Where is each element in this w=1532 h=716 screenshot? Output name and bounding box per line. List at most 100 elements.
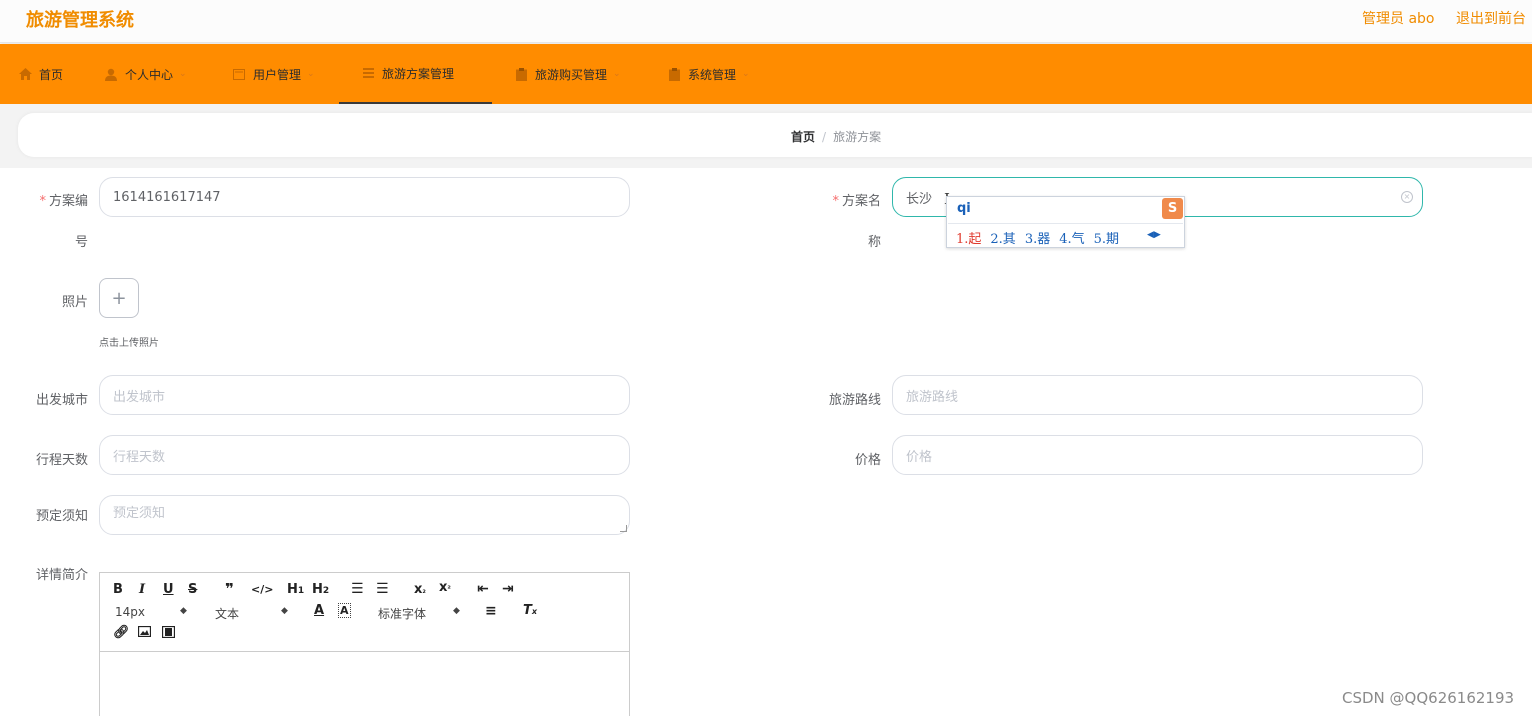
select-caret-icon: ◆ (453, 606, 460, 616)
list-icon (361, 66, 375, 80)
depart-city-placeholder: 出发城市 (113, 389, 166, 405)
days-placeholder: 行程天数 (113, 449, 166, 465)
depart-city-input[interactable]: 出发城市 (99, 375, 630, 415)
notice-label: 预定须知 (35, 509, 88, 524)
superscript-icon[interactable]: x² (439, 580, 451, 595)
route-placeholder: 旅游路线 (906, 389, 959, 405)
editor-toolbar: B I U S ❞ </> H1 H2 ☰ ☰ x₂ x² ⇤ ⇥ 14px ◆… (100, 573, 629, 652)
top-bar: 旅游管理系统 管理员 abo 退出到前台 (0, 0, 1532, 43)
ime-candidate[interactable]: 3.器 (1025, 232, 1050, 247)
user-name[interactable]: 管理员 abo (1362, 8, 1434, 28)
price-label: 价格 (854, 453, 881, 468)
font-select[interactable]: 标准字体 (378, 605, 426, 622)
breadcrumb-home[interactable]: 首页 (791, 130, 815, 144)
plan-no-label-wrap: 号 (74, 235, 88, 250)
home-icon (18, 67, 32, 81)
text-color-icon[interactable]: A (314, 603, 324, 618)
route-label: 旅游路线 (828, 393, 881, 408)
image-icon[interactable] (137, 625, 152, 641)
chevron-down-icon: ⌄ (613, 69, 621, 79)
doc-icon (232, 67, 246, 81)
depart-city-label: 出发城市 (35, 393, 88, 408)
ime-candidate[interactable]: 2.其 (990, 232, 1015, 247)
breadcrumb-current: 旅游方案 (833, 130, 882, 144)
breadcrumb: 首页 / 旅游方案 (791, 128, 881, 145)
chevron-down-icon: ⌄ (179, 69, 187, 79)
resize-handle-icon[interactable] (620, 525, 627, 532)
ime-candidate[interactable]: 5.期 (1094, 232, 1119, 247)
align-icon[interactable]: ≡ (485, 603, 497, 619)
nav-label: 旅游方案管理 (382, 66, 455, 81)
nav-label: 系统管理 (688, 67, 737, 82)
header-select[interactable]: 文本 (215, 605, 239, 622)
outdent-icon[interactable]: ⇤ (477, 581, 489, 597)
plan-name-value: 长沙 (906, 191, 933, 207)
app-title: 旅游管理系统 (26, 10, 134, 31)
clipboard-icon (667, 67, 681, 81)
plan-no-label: * 方案编 (39, 194, 88, 209)
notice-placeholder: 预定须知 (113, 506, 166, 521)
nav-label: 旅游购买管理 (535, 67, 608, 82)
main-nav: 首页 个人中心 ⌄ 用户管理 ⌄ 旅游方案管理 旅游购买管理 ⌄ 系统管理 ⌄ (0, 44, 1532, 104)
ime-candidate[interactable]: 1.起 (956, 232, 981, 247)
days-input[interactable]: 行程天数 (99, 435, 630, 475)
clear-icon[interactable]: × (1401, 191, 1413, 203)
ordered-list-icon[interactable]: ☰ (351, 581, 364, 597)
ime-candidates: 1.起 2.其 3.器 4.气 5.期 (956, 228, 1128, 247)
select-caret-icon: ◆ (180, 606, 187, 616)
underline-icon[interactable]: U (163, 582, 174, 597)
ime-divider (948, 223, 1183, 224)
editor-content[interactable] (100, 652, 629, 716)
strike-icon[interactable]: S (188, 582, 197, 597)
photo-label: 照片 (61, 295, 88, 310)
notice-textarea[interactable]: 预定须知 (99, 495, 630, 535)
chevron-down-icon: ⌄ (742, 69, 750, 79)
nav-item-users[interactable]: 用户管理 ⌄ (232, 44, 315, 104)
code-block-icon[interactable]: </> (251, 583, 273, 596)
subscript-icon[interactable]: x₂ (414, 582, 426, 597)
size-select[interactable]: 14px (115, 605, 145, 619)
breadcrumb-separator: / (822, 130, 827, 144)
clear-format-icon[interactable]: Tx (523, 603, 537, 618)
plus-icon: + (111, 287, 127, 309)
header-2-icon[interactable]: H2 (312, 582, 329, 597)
upload-tip: 点击上传照片 (99, 338, 159, 349)
user-icon (104, 67, 118, 81)
header-1-icon[interactable]: H1 (287, 582, 304, 597)
nav-item-personal[interactable]: 个人中心 ⌄ (104, 44, 187, 104)
clipboard-icon (514, 67, 528, 81)
route-input[interactable]: 旅游路线 (892, 375, 1423, 415)
watermark: CSDN @QQ626162193 (1342, 689, 1515, 707)
ime-candidate-popup: qi S 1.起 2.其 3.器 4.气 5.期 ◀▶ (946, 196, 1185, 248)
italic-icon[interactable]: I (139, 582, 145, 597)
plan-name-label-wrap: 称 (867, 235, 881, 250)
chevron-down-icon: ⌄ (307, 69, 315, 79)
price-input[interactable]: 价格 (892, 435, 1423, 475)
plan-no-value: 1614161617147 (113, 189, 221, 205)
photo-upload-button[interactable]: + (99, 278, 139, 318)
ime-candidate[interactable]: 4.气 (1059, 232, 1084, 247)
plan-name-label: * 方案名 (832, 194, 881, 209)
nav-label: 个人中心 (125, 67, 174, 82)
bold-icon[interactable]: B (113, 582, 123, 597)
nav-item-system[interactable]: 系统管理 ⌄ (667, 44, 750, 104)
bullet-list-icon[interactable]: ☰ (376, 581, 389, 597)
price-placeholder: 价格 (906, 449, 933, 465)
nav-item-home[interactable]: 首页 (18, 44, 63, 104)
ime-pinyin: qi (957, 201, 971, 216)
link-icon[interactable]: 🔗︎ (113, 625, 130, 640)
nav-item-purchases[interactable]: 旅游购买管理 ⌄ (514, 44, 621, 104)
ime-page-arrows-icon[interactable]: ◀▶ (1147, 230, 1161, 240)
plan-no-input[interactable]: 1614161617147 (99, 177, 630, 217)
nav-item-plans[interactable]: 旅游方案管理 (339, 44, 492, 104)
rich-text-editor: B I U S ❞ </> H1 H2 ☰ ☰ x₂ x² ⇤ ⇥ 14px ◆… (99, 572, 630, 716)
nav-label: 首页 (39, 67, 64, 82)
sogou-logo-icon: S (1162, 198, 1183, 219)
blockquote-icon[interactable]: ❞ (225, 580, 234, 598)
select-caret-icon: ◆ (281, 606, 288, 616)
logout-link[interactable]: 退出到前台 (1456, 8, 1526, 28)
detail-label: 详情简介 (35, 568, 88, 583)
background-color-icon[interactable]: A (338, 603, 351, 618)
indent-icon[interactable]: ⇥ (502, 581, 514, 597)
video-icon[interactable] (161, 625, 176, 642)
